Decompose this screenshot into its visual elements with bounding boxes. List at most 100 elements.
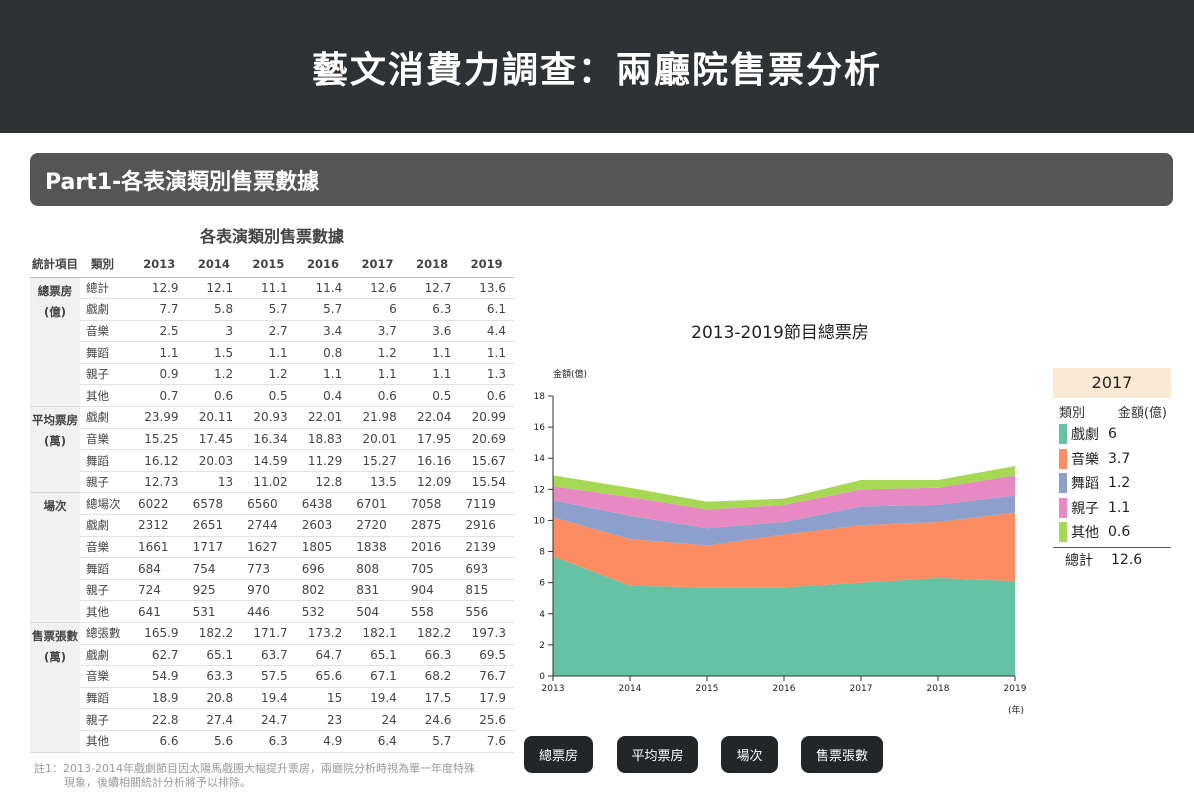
y-tick-label: 12 [534, 485, 545, 495]
y-tick-label: 10 [534, 516, 546, 526]
row-category: 總張數 [80, 622, 132, 645]
legend-item: 親子 1.1 [1053, 496, 1171, 521]
performances-button[interactable]: 場次 [721, 736, 778, 773]
legend-item-name: 戲劇 [1071, 427, 1099, 444]
col-header-year: 2019 [459, 252, 514, 278]
table-cell: 773 [241, 557, 296, 580]
table-cell: 1717 [186, 536, 242, 559]
table-cell: 197.3 [459, 622, 514, 645]
col-header-category: 類別 [80, 252, 132, 278]
row-category: 音樂 [80, 536, 132, 559]
table-cell: 18.83 [295, 428, 351, 451]
table-cell: 1.2 [350, 341, 405, 364]
table-cell: 24.6 [404, 708, 460, 731]
table-cell: 23.99 [132, 406, 187, 429]
stacked-area-chart: 0 2 4 6 8 10 12 14 16 18 2013 2014 2015 2016 2017 2018 2… [534, 368, 1027, 716]
table-cell: 0.6 [186, 384, 242, 408]
table-cell: 7.7 [132, 298, 187, 321]
table-cell: 6578 [186, 492, 242, 516]
legend-item-name: 舞蹈 [1071, 476, 1099, 493]
table-cell: 1805 [295, 536, 351, 559]
table-cell: 446 [241, 600, 296, 623]
section-title: Part1-各表演類別售票數據 [45, 169, 320, 195]
row-category: 親子 [80, 708, 132, 731]
table-cell: 17.45 [186, 428, 242, 451]
table-row: 場次 總場次 6022 6578 6560 6438 6701 7058 7119 [30, 492, 514, 623]
col-header-year: 2013 [132, 252, 187, 278]
table-cell: 15.27 [350, 449, 405, 472]
table-cell: 76.7 [459, 665, 514, 688]
legend-year: 2017 [1053, 368, 1171, 398]
table-cell: 2651 [186, 514, 242, 537]
legend-swatch [1059, 448, 1067, 469]
table-cell: 12.09 [404, 471, 460, 494]
average-box-office-button[interactable]: 平均票房 [617, 736, 698, 773]
footnote-line-1: 註1：2013-2014年戲劇節目因太陽馬戲團大幅提升票房，兩廳院分析時視為單一… [34, 762, 475, 775]
table-cell: 1.1 [350, 363, 405, 386]
table-row: 戲劇 2312 2651 2744 2603 2720 2875 2916 [30, 514, 514, 537]
table-row: 親子 0.9 1.2 1.2 1.1 1.1 1.1 1.3 [30, 363, 514, 386]
table-cell: 15.67 [459, 449, 514, 472]
table-cell: 1627 [241, 536, 296, 559]
table-cell: 12.8 [295, 471, 351, 494]
legend-item: 舞蹈 1.2 [1053, 471, 1171, 496]
y-tick-label: 8 [539, 548, 545, 558]
table-cell: 2916 [459, 514, 514, 537]
table-cell: 2016 [404, 536, 460, 559]
table-cell: 531 [186, 600, 242, 623]
page-title: 藝文消費力調查：兩廳院售票分析 [311, 49, 882, 91]
table-cell: 12.1 [186, 277, 242, 300]
table-cell: 20.01 [350, 428, 405, 451]
table-cell: 1.1 [241, 341, 296, 364]
table-row: 售票張數 (萬) 總張數 165.9 182.2 171.7 173.2 182.1 182.… [30, 622, 514, 753]
col-header-stat: 統計項目 [30, 252, 80, 278]
table-cell: 20.69 [459, 428, 514, 451]
x-axis-label: (年) [1008, 704, 1024, 716]
table-row: 其他 641 531 446 532 504 558 556 [30, 600, 514, 623]
table-cell: 20.93 [241, 406, 296, 429]
row-category: 戲劇 [80, 298, 132, 321]
legend-col-category: 類別 [1059, 406, 1086, 421]
table-cell: 68.2 [404, 665, 460, 688]
table-cell: 0.6 [459, 384, 514, 408]
table-cell: 696 [295, 557, 351, 580]
table-row: 舞蹈 16.12 20.03 14.59 11.29 15.27 16.16 15.67 [30, 449, 514, 472]
table-cell: 5.6 [186, 730, 242, 753]
table-row: 舞蹈 1.1 1.5 1.1 0.8 1.2 1.1 1.1 [30, 341, 514, 364]
x-tick-label: 2017 [850, 684, 873, 694]
table-row: 舞蹈 18.9 20.8 19.4 15 19.4 17.5 17.9 [30, 687, 514, 710]
table-cell: 904 [404, 579, 460, 602]
table-cell: 0.7 [132, 384, 187, 408]
table-cell: 6.4 [350, 730, 405, 753]
legend-swatch [1059, 522, 1067, 543]
legend-item-name: 音樂 [1071, 451, 1099, 468]
table-cell: 7119 [459, 492, 514, 516]
legend-item-name: 其他 [1071, 525, 1099, 542]
table-cell: 705 [404, 557, 460, 580]
table-cell: 7.6 [459, 730, 514, 753]
table-cell: 13.6 [459, 277, 514, 300]
row-category: 其他 [80, 730, 132, 753]
row-category: 總計 [80, 277, 132, 300]
table-cell: 724 [132, 579, 187, 602]
box-office-button[interactable]: 總票房 [524, 736, 593, 773]
tickets-sold-button[interactable]: 售票張數 [801, 736, 883, 773]
table-cell: 165.9 [132, 622, 187, 645]
data-table-panel: 各表演類別售票數據 統計項目 類別 2013 2014 2015 2016 2017 20… [30, 222, 514, 753]
legend-item: 戲劇 6 [1053, 422, 1171, 447]
table-cell: 15.54 [459, 471, 514, 494]
table-cell: 64.7 [295, 644, 351, 667]
table-cell: 20.99 [459, 406, 514, 429]
table-cell: 6701 [350, 492, 405, 516]
table-cell: 20.11 [186, 406, 242, 429]
section-bar: Part1-各表演類別售票數據 [30, 153, 1173, 206]
table-cell: 57.5 [241, 665, 296, 688]
table-cell: 831 [350, 579, 405, 602]
row-category: 戲劇 [80, 514, 132, 537]
col-header-year: 2018 [404, 252, 460, 278]
table-cell: 24 [350, 708, 405, 731]
table-cell: 15 [295, 687, 351, 710]
table-cell: 171.7 [241, 622, 296, 645]
x-tick-label: 2018 [927, 684, 950, 694]
x-tick-label: 2015 [696, 684, 719, 694]
